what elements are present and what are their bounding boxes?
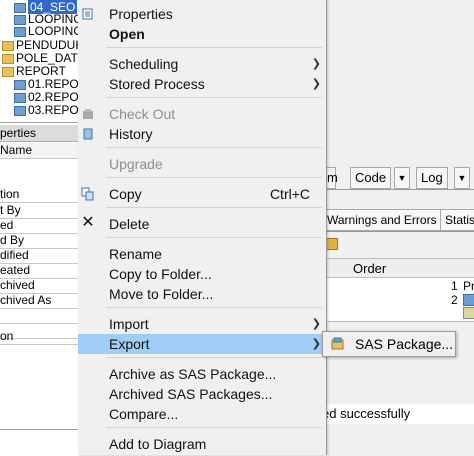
menu-separator: [106, 237, 322, 238]
panel-divider: [0, 429, 78, 430]
menu-item-sas-package[interactable]: SAS Package...: [355, 334, 453, 354]
menu-item-copy-to-folder[interactable]: Copy to Folder...: [78, 264, 326, 284]
menu-item-properties[interactable]: Properties: [78, 4, 326, 24]
menu-item-rename[interactable]: Rename: [78, 244, 326, 264]
properties-icon: [82, 8, 93, 20]
chevron-right-icon: ❯: [311, 78, 321, 90]
menu-item-history[interactable]: History: [78, 124, 326, 144]
toolbar-icon[interactable]: [326, 238, 338, 250]
sas-package-icon: [331, 337, 344, 350]
tree-item[interactable]: PENDUDUK: [2, 39, 83, 51]
menu-item-delete[interactable]: ✕ Delete: [78, 214, 326, 234]
history-icon: [83, 128, 93, 140]
menu-item-archive-as-sas-package[interactable]: Archive as SAS Package...: [78, 364, 326, 384]
property-label: chived As: [0, 293, 78, 309]
menu-separator: [106, 97, 322, 98]
stored-process-icon: [14, 26, 26, 37]
menu-item-copy[interactable]: Copy Ctrl+C: [78, 184, 326, 204]
chevron-right-icon: ❯: [311, 58, 321, 70]
folder-icon: [2, 40, 14, 51]
export-submenu: SAS Package...: [322, 331, 456, 357]
property-label: dified: [0, 248, 78, 264]
order-column-header: Order: [353, 261, 387, 276]
menu-item-open[interactable]: Open: [78, 24, 326, 44]
menu-item-scheduling[interactable]: Scheduling ❯: [78, 54, 326, 74]
chevron-down-icon[interactable]: ▼: [394, 167, 410, 189]
gear-icon: [463, 307, 474, 319]
folder-icon: [2, 53, 14, 64]
menu-item-stored-process[interactable]: Stored Process ❯: [78, 74, 326, 94]
menu-item-check-out: Check Out: [78, 104, 326, 124]
context-menu: Properties Open Scheduling ❯ Stored Proc…: [78, 0, 327, 455]
menu-item-add-to-diagram[interactable]: Add to Diagram: [78, 434, 326, 454]
property-label: [0, 308, 78, 324]
check-out-icon: [83, 109, 93, 119]
editor-area: m Code ▼ Log ▼ Warnings and Errors Stati…: [322, 0, 474, 455]
grid-cell: 2: [451, 293, 458, 307]
stored-process-icon: [14, 14, 26, 25]
menu-item-archived-sas-packages[interactable]: Archived SAS Packages...: [78, 384, 326, 404]
menu-separator: [106, 207, 322, 208]
stored-process-icon: [14, 105, 26, 116]
results-subtab-bar: Warnings and Errors Statis: [322, 207, 474, 232]
grid-cell: Pr: [463, 279, 474, 293]
menu-item-export[interactable]: Export ❯: [78, 334, 326, 354]
tree-item[interactable]: 03.REPO: [14, 104, 79, 116]
tab-statistics[interactable]: Statis: [440, 209, 474, 231]
menu-item-upgrade: Upgrade: [109, 156, 163, 172]
property-label: d By: [0, 233, 78, 249]
chevron-down-icon[interactable]: ▼: [454, 167, 470, 189]
copy-icon: [81, 187, 94, 201]
chevron-right-icon: ❯: [311, 338, 321, 350]
menu-separator: [106, 47, 322, 48]
property-label: eated: [0, 263, 78, 279]
property-label: ed: [0, 218, 78, 234]
menu-separator: [106, 147, 322, 148]
tree-item[interactable]: 02.REPO: [14, 91, 79, 103]
tree-item[interactable]: REPORT: [2, 65, 66, 77]
menu-separator: [106, 427, 322, 428]
property-label: on: [0, 329, 78, 345]
chevron-right-icon: ❯: [311, 318, 321, 330]
grid-cell: 1: [451, 279, 458, 293]
menu-separator: [106, 177, 322, 178]
status-message: ed successfully: [322, 404, 474, 424]
repository-tree: 04_SEO LOOPING LOOPING PENDUDUK POLE_DAT…: [0, 0, 83, 122]
menu-item-move-to-folder[interactable]: Move to Folder...: [78, 284, 326, 304]
property-label: tion: [0, 187, 78, 203]
stored-process-icon: [14, 92, 26, 103]
properties-panel: perties Name tion t By ed d By dified ea…: [0, 122, 78, 456]
property-label: t By: [0, 203, 78, 219]
stored-process-icon: [14, 2, 26, 13]
name-column-header: Name: [0, 143, 78, 159]
property-label: chived: [0, 278, 78, 294]
tree-item[interactable]: POLE_DAT: [2, 52, 78, 64]
menu-item-import[interactable]: Import ❯: [78, 314, 326, 334]
delete-icon: ✕: [81, 214, 95, 231]
properties-panel-title: perties: [0, 125, 78, 142]
menu-item-compare[interactable]: Compare...: [78, 404, 326, 424]
tree-item[interactable]: LOOPING: [14, 25, 83, 37]
tab-warnings-errors[interactable]: Warnings and Errors: [322, 209, 442, 231]
tree-item[interactable]: 01.REPO: [14, 78, 79, 90]
editor-tab-bar: m Code ▼ Log ▼: [322, 165, 474, 190]
tab-code[interactable]: Code: [350, 167, 392, 189]
menu-separator: [106, 357, 322, 358]
folder-icon: [2, 66, 14, 77]
document-icon: [463, 294, 474, 306]
stored-process-icon: [14, 79, 26, 90]
results-grid: Order 1 Pr 2: [322, 258, 474, 322]
grid-header-row: [323, 259, 474, 278]
menu-separator: [106, 307, 322, 308]
tab-log[interactable]: Log: [416, 167, 448, 189]
copy-shortcut: Ctrl+C: [269, 186, 310, 202]
